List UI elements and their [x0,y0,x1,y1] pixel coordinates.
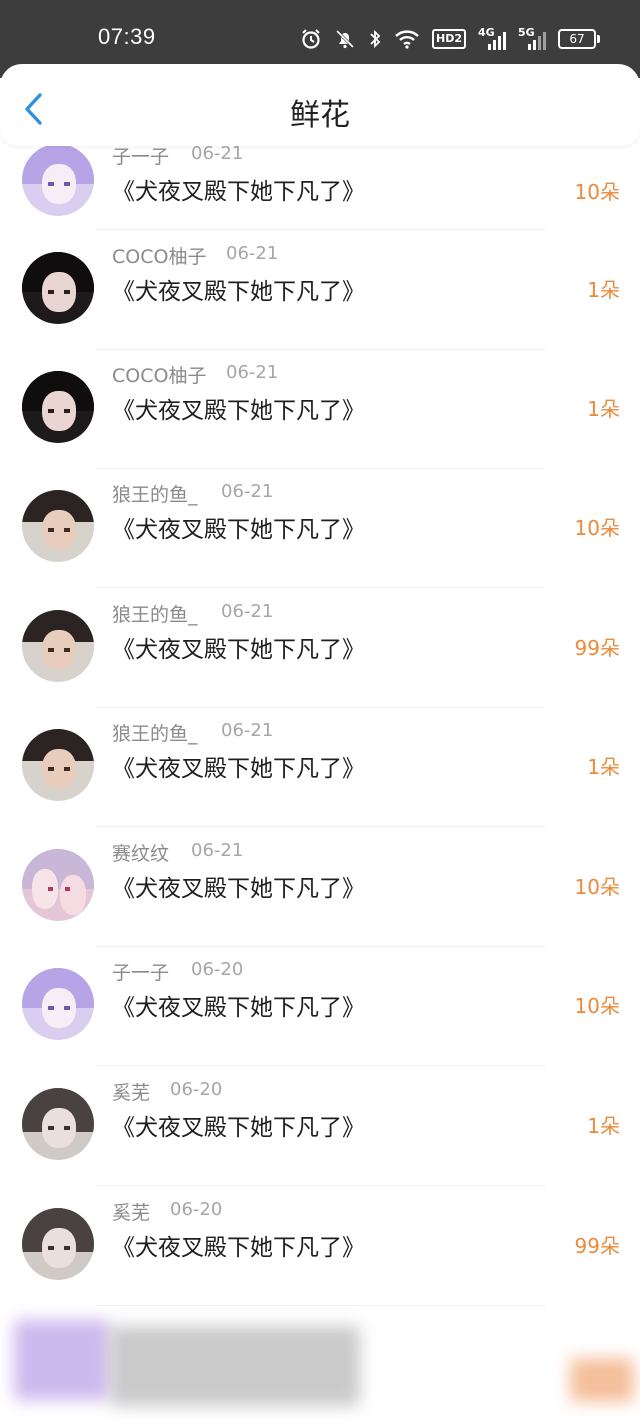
avatar[interactable] [22,1088,94,1160]
list-item[interactable]: 奚芜 06-20 《犬夜叉殿下她下凡了》 99朵 [0,1186,640,1306]
list-item[interactable]: 子一子 06-20 《犬夜叉殿下她下凡了》 10朵 [0,946,640,1066]
sender-name[interactable]: COCO柚子 [112,242,206,269]
page-title: 鲜花 [290,98,350,133]
flower-count: 1朵 [587,755,620,779]
flower-count: 10朵 [574,180,620,204]
book-title: 《犬夜叉殿下她下凡了》 [112,279,365,305]
flower-count: 1朵 [587,397,620,421]
flower-count: 1朵 [587,1114,620,1138]
sender-name[interactable]: 子一子 [112,142,169,169]
date: 06-21 [226,243,279,264]
book-title: 《犬夜叉殿下她下凡了》 [112,517,365,543]
date: 06-20 [170,1199,223,1220]
book-title: 《犬夜叉殿下她下凡了》 [112,1115,365,1141]
book-title: 《犬夜叉殿下她下凡了》 [112,398,365,424]
list-item[interactable]: 狼王的鱼_ 06-21 《犬夜叉殿下她下凡了》 10朵 [0,468,640,588]
date: 06-21 [191,840,244,861]
avatar[interactable] [22,849,94,921]
sender-name[interactable]: 赛纹纹 [112,839,169,866]
sender-name[interactable]: 奚芜 [112,1198,150,1225]
flower-count: 1朵 [587,278,620,302]
list-item[interactable]: 狼王的鱼_ 06-21 《犬夜叉殿下她下凡了》 99朵 [0,588,640,708]
sender-name[interactable]: 奚芜 [112,1078,150,1105]
book-title: 《犬夜叉殿下她下凡了》 [112,995,365,1021]
flower-count: 99朵 [574,1234,620,1258]
avatar[interactable] [22,252,94,324]
list-item[interactable]: 奚芜 06-20 《犬夜叉殿下她下凡了》 1朵 [0,1066,640,1186]
list-item[interactable]: 赛纹纹 06-21 《犬夜叉殿下她下凡了》 10朵 [0,827,640,947]
flower-count: 10朵 [574,875,620,899]
flower-count: 10朵 [574,994,620,1018]
avatar[interactable] [22,1208,94,1280]
flower-count: 10朵 [574,516,620,540]
avatar[interactable] [22,729,94,801]
date: 06-21 [221,481,274,502]
list-item[interactable]: 狼王的鱼_ 06-21 《犬夜叉殿下她下凡了》 1朵 [0,707,640,827]
book-title: 《犬夜叉殿下她下凡了》 [112,876,365,902]
avatar[interactable] [22,610,94,682]
sender-name[interactable]: 狼王的鱼_ [112,480,198,507]
list-item[interactable]: COCO柚子 06-21 《犬夜叉殿下她下凡了》 1朵 [0,230,640,350]
book-title: 《犬夜叉殿下她下凡了》 [112,1235,365,1261]
flower-list: 子一子 06-21 《犬夜叉殿下她下凡了》 10朵 COCO柚子 06-21 《… [0,0,640,1422]
date: 06-21 [221,720,274,741]
book-title: 《犬夜叉殿下她下凡了》 [112,637,365,663]
date: 06-21 [191,143,244,164]
avatar[interactable] [22,371,94,443]
avatar[interactable] [22,968,94,1040]
book-title: 《犬夜叉殿下她下凡了》 [112,756,365,782]
date: 06-20 [170,1079,223,1100]
book-title: 《犬夜叉殿下她下凡了》 [112,179,365,205]
flower-count: 99朵 [574,636,620,660]
list-item[interactable]: COCO柚子 06-21 《犬夜叉殿下她下凡了》 1朵 [0,349,640,469]
redacted-row [0,1306,640,1422]
date: 06-21 [221,601,274,622]
sender-name[interactable]: 狼王的鱼_ [112,719,198,746]
sender-name[interactable]: COCO柚子 [112,361,206,388]
avatar[interactable] [22,144,94,216]
nav-header: 鲜花 [0,64,640,146]
sender-name[interactable]: 子一子 [112,958,169,985]
sender-name[interactable]: 狼王的鱼_ [112,600,198,627]
avatar[interactable] [22,490,94,562]
date: 06-21 [226,362,279,383]
date: 06-20 [191,959,244,980]
